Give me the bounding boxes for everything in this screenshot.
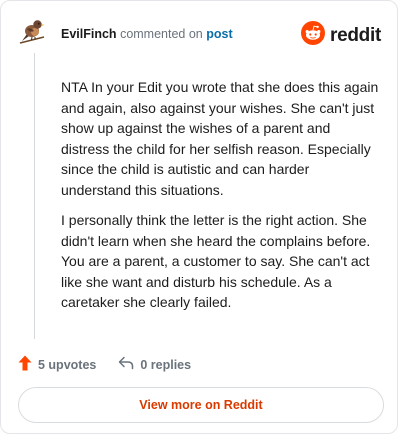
upvotes-count: 5 upvotes [38,357,97,372]
username-link[interactable]: EvilFinch [61,27,117,41]
action-text: commented on [120,27,203,41]
reddit-logo[interactable]: reddit [301,21,381,50]
reddit-snoo-icon [301,21,326,50]
upvote-arrow-icon [18,355,32,374]
reddit-wordmark: reddit [330,24,381,46]
upvotes-button[interactable]: 5 upvotes [18,355,96,374]
view-more-button[interactable]: View more on Reddit [18,387,384,423]
reply-arrow-icon [118,356,134,373]
comment-body: NTA In your Edit you wrote that she does… [61,77,381,323]
comment-header: EvilFinch commented on post [61,27,233,41]
replies-button[interactable]: 0 replies [118,356,191,373]
comment-paragraph: I personally think the letter is the rig… [61,212,371,310]
post-link[interactable]: post [206,27,232,41]
comment-actions: 5 upvotes 0 replies [18,355,191,374]
finch-bird-icon[interactable] [19,16,45,46]
embedded-comment-card: EvilFinch commented on post reddit NTA I… [0,0,398,434]
thread-line [34,53,35,339]
comment-paragraph: NTA In your Edit you wrote that she does… [61,79,379,198]
replies-count: 0 replies [140,357,192,372]
